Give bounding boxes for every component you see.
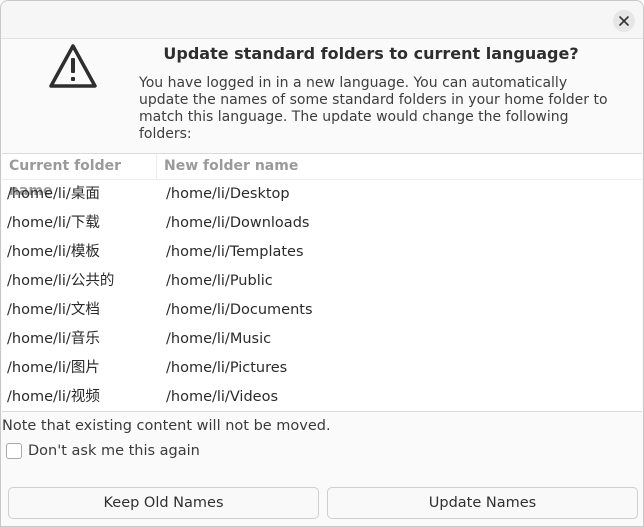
new-folder-cell: /home/li/Public (166, 273, 273, 289)
new-folder-cell: /home/li/Music (166, 331, 272, 347)
current-folder-cell: /home/li/视频 (7, 389, 100, 405)
table-body: /home/li/桌面/home/li/Desktop/home/li/下载/h… (2, 180, 642, 411)
dont-ask-checkbox-row[interactable]: Don't ask me this again (6, 443, 200, 459)
table-row[interactable]: /home/li/图片/home/li/Pictures (2, 354, 642, 383)
table-header: Current folder name New folder name (2, 154, 642, 199)
new-folder-cell: /home/li/Downloads (166, 215, 310, 231)
table-row[interactable]: /home/li/文档/home/li/Documents (2, 296, 642, 325)
current-folder-cell: /home/li/下载 (7, 215, 100, 231)
dialog-title: Update standard folders to current langu… (163, 44, 579, 63)
new-folder-cell: /home/li/Pictures (166, 360, 288, 376)
warning-triangle-icon (49, 44, 97, 88)
current-folder-cell: /home/li/音乐 (7, 331, 100, 347)
update-names-button[interactable]: Update Names (327, 487, 638, 519)
new-folder-cell: /home/li/Documents (166, 302, 313, 318)
folder-table: Current folder name New folder name /hom… (2, 153, 642, 412)
dialog-description: You have logged in in a new language. Yo… (139, 75, 608, 142)
keep-old-names-button[interactable]: Keep Old Names (8, 487, 319, 519)
new-folder-cell: /home/li/Desktop (166, 186, 290, 202)
current-folder-cell: /home/li/公共的 (7, 273, 115, 289)
current-folder-cell: /home/li/桌面 (7, 186, 100, 202)
note-text: Note that existing content will not be m… (2, 418, 331, 434)
titlebar (1, 1, 643, 39)
close-icon (619, 16, 629, 26)
table-row[interactable]: /home/li/下载/home/li/Downloads (2, 209, 642, 238)
close-button[interactable] (613, 10, 635, 32)
update-folders-dialog: Update standard folders to current langu… (0, 0, 644, 527)
table-row[interactable]: /home/li/公共的/home/li/Public (2, 267, 642, 296)
column-header-new[interactable]: New folder name (157, 154, 298, 179)
column-header-current[interactable]: Current folder name (2, 154, 157, 199)
dont-ask-checkbox[interactable] (6, 443, 22, 459)
table-row[interactable]: /home/li/桌面/home/li/Desktop (2, 180, 642, 209)
new-folder-cell: /home/li/Templates (166, 244, 304, 260)
table-row[interactable]: /home/li/模板/home/li/Templates (2, 238, 642, 267)
dont-ask-label[interactable]: Don't ask me this again (28, 443, 200, 459)
current-folder-cell: /home/li/模板 (7, 244, 100, 260)
new-folder-cell: /home/li/Videos (166, 389, 278, 405)
current-folder-cell: /home/li/文档 (7, 302, 100, 318)
current-folder-cell: /home/li/图片 (7, 360, 100, 376)
table-row[interactable]: /home/li/音乐/home/li/Music (2, 325, 642, 354)
table-row[interactable]: /home/li/视频/home/li/Videos (2, 383, 642, 411)
